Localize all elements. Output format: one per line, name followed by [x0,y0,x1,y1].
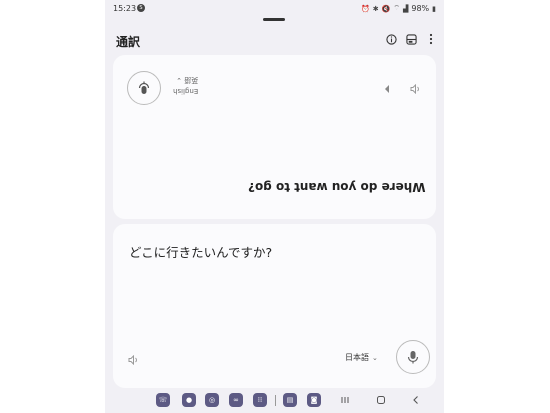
chevron-down-icon: ⌄ [176,76,183,84]
partner-panel: English 英語 ⌄ Where do you want to go? [113,55,436,219]
messages-icon[interactable]: ● [182,393,196,407]
alarm-icon: ⏰ [361,4,370,13]
speaker-icon[interactable] [382,79,392,98]
notification-badge: S [137,4,145,12]
partner-language-native: 英語 ⌄ [176,76,199,84]
back-icon[interactable] [410,394,422,406]
user-panel: どこに行きたいんですか? 日本語 ⌄ [113,224,436,388]
taskbar: ☏ ● ◎ ∞ ⁞⁞ ▤ ◙ [105,388,444,413]
partner-language-english: English [173,87,199,95]
more-options-icon[interactable] [424,32,438,46]
battery-level: 98% [411,4,430,13]
source-text[interactable]: どこに行きたいんですか? [129,242,272,261]
translated-text: Where do you want to go? [248,180,426,194]
status-bar: 15:23 S ⏰ ✱ 🔇 ⌔ ▟ 98% ▮ [105,0,444,18]
mute-icon: 🔇 [381,4,391,13]
app-bar: 通訳 [105,28,444,52]
recent-apps-icon[interactable] [339,394,351,406]
battery-icon: ▮ [432,4,436,13]
status-time: 15:23 [113,4,137,13]
partner-language-selector[interactable]: English 英語 ⌄ [173,75,198,95]
speaker-icon[interactable] [128,350,140,369]
instagram-icon[interactable]: ◙ [307,393,321,407]
mic-icon [138,81,150,94]
signal-icon: ▟ [402,4,409,13]
taskbar-divider [275,395,276,406]
drag-handle[interactable] [263,18,285,21]
phone-icon[interactable]: ☏ [156,393,170,407]
mic-icon [407,351,419,364]
bluetooth-icon: ✱ [372,4,379,13]
apps-grid-icon[interactable]: ⁞⁞ [253,393,267,407]
partner-mic-button[interactable] [127,71,161,105]
phone-screen: 15:23 S ⏰ ✱ 🔇 ⌔ ▟ 98% ▮ 通訳 English 英語 ⌄ … [105,0,444,413]
chrome-icon[interactable]: ◎ [205,393,219,407]
galaxy-store-icon[interactable]: ∞ [229,393,243,407]
page-title: 通訳 [116,35,141,49]
user-language-label: 日本語 [345,353,369,362]
user-language-selector[interactable]: 日本語 ⌄ [345,352,378,363]
wifi-icon: ⌔ [393,4,400,12]
app-bar-actions [384,32,438,46]
notes-icon[interactable]: ▤ [283,393,297,407]
chevron-down-icon: ⌄ [372,353,378,362]
volume-icon[interactable] [410,79,422,98]
split-view-icon[interactable] [404,32,418,46]
info-icon[interactable] [384,32,398,46]
status-icons: ⏰ ✱ 🔇 ⌔ ▟ 98% ▮ [361,4,436,13]
home-icon[interactable] [375,394,387,406]
user-mic-button[interactable] [396,340,430,374]
